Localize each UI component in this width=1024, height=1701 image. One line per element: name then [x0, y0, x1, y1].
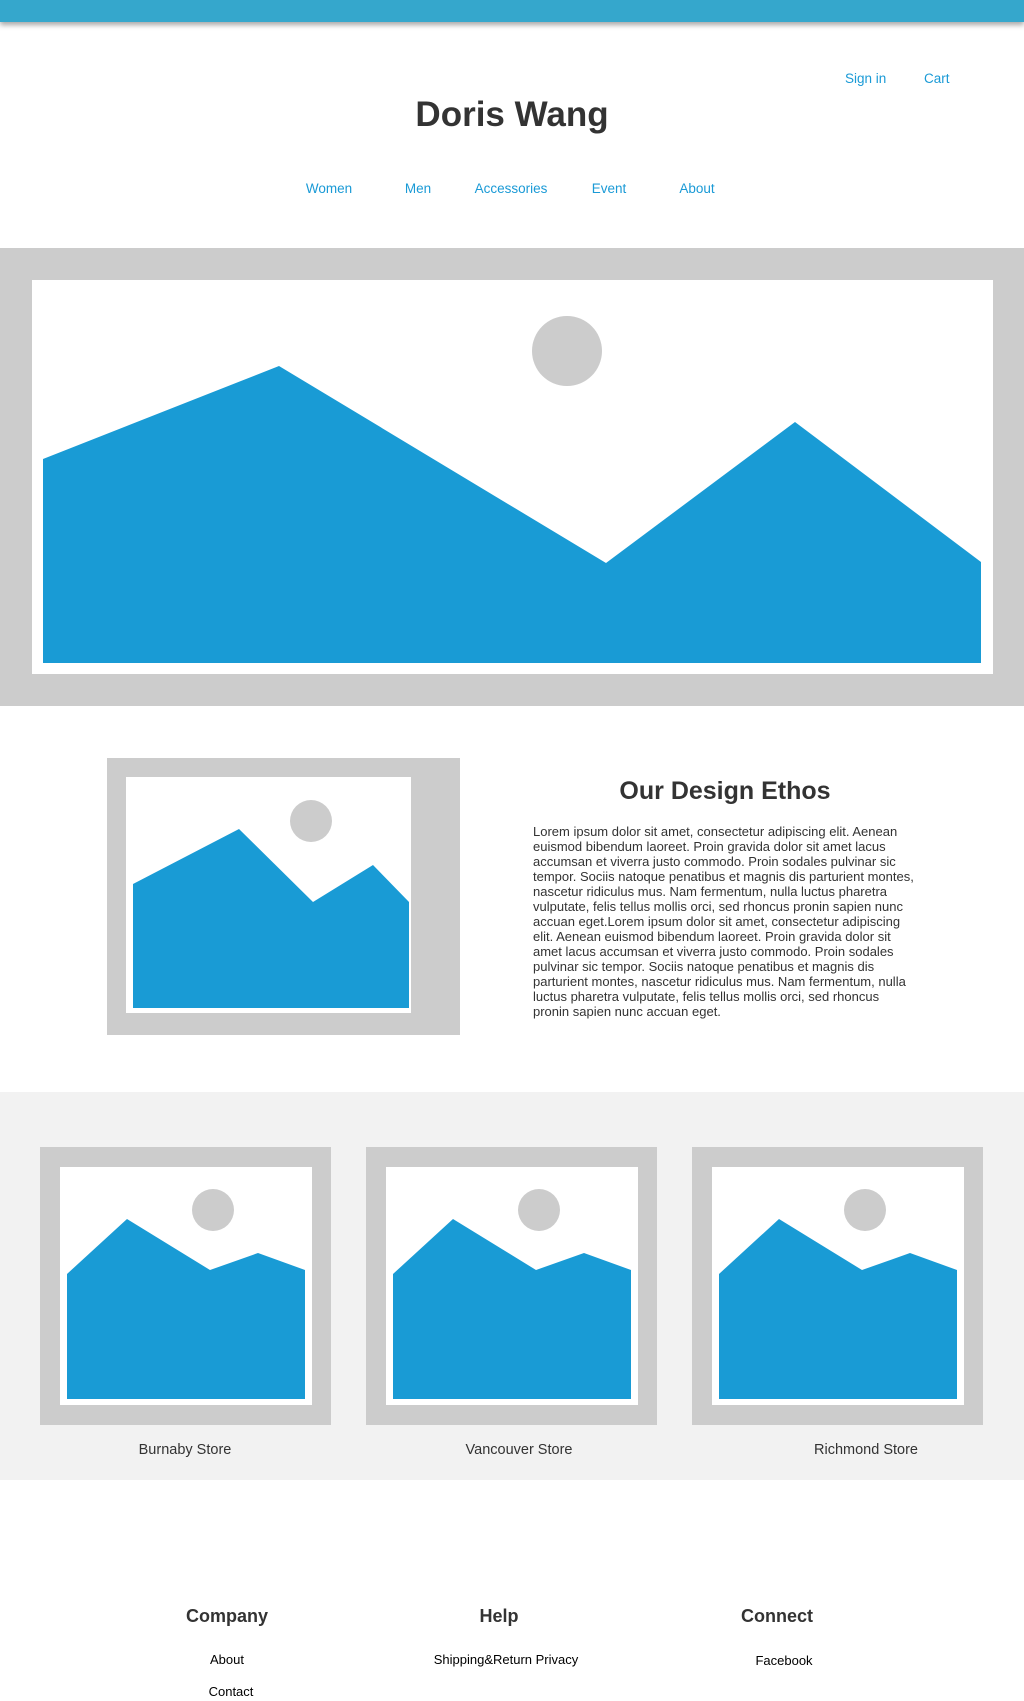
footer-link-about[interactable]: About: [127, 1652, 327, 1667]
ethos-body: Lorem ipsum dolor sit amet, consectetur …: [533, 824, 914, 1019]
ethos-title: Our Design Ethos: [619, 777, 831, 805]
store-label-vancouver: Vancouver Store: [465, 1442, 573, 1458]
image-placeholder-icon: [67, 1189, 305, 1399]
image-placeholder-icon: [43, 316, 981, 663]
footer-heading-help: Help: [479, 1606, 519, 1626]
footer-heading-connect: Connect: [741, 1606, 813, 1626]
nav-men[interactable]: Men: [368, 181, 468, 196]
store-image-richmond: [692, 1147, 983, 1425]
ethos-image: [107, 758, 460, 1035]
image-placeholder-icon: [719, 1189, 957, 1399]
hero-banner: [0, 248, 1024, 706]
top-bar: [0, 0, 1024, 22]
image-placeholder-icon: [393, 1189, 631, 1399]
footer-link-shipping-return-privacy[interactable]: Shipping&Return Privacy: [406, 1652, 606, 1667]
image-placeholder-icon: [133, 800, 409, 1008]
store-label-richmond: Richmond Store: [814, 1442, 918, 1458]
nav-event[interactable]: Event: [559, 181, 659, 196]
store-image-burnaby: [40, 1147, 331, 1425]
hero-image-frame: [32, 280, 993, 674]
footer-link-contact[interactable]: Contact: [131, 1684, 331, 1699]
footer-heading-company: Company: [185, 1606, 268, 1626]
nav-about[interactable]: About: [647, 181, 747, 196]
nav-accessories[interactable]: Accessories: [461, 181, 561, 196]
footer-link-facebook[interactable]: Facebook: [684, 1653, 884, 1668]
sign-in-link[interactable]: Sign in: [845, 71, 886, 86]
store-image-vancouver: [366, 1147, 657, 1425]
nav-women[interactable]: Women: [279, 181, 379, 196]
cart-link[interactable]: Cart: [924, 71, 950, 86]
store-label-burnaby: Burnaby Store: [138, 1442, 232, 1458]
brand-title: Doris Wang: [415, 95, 609, 134]
